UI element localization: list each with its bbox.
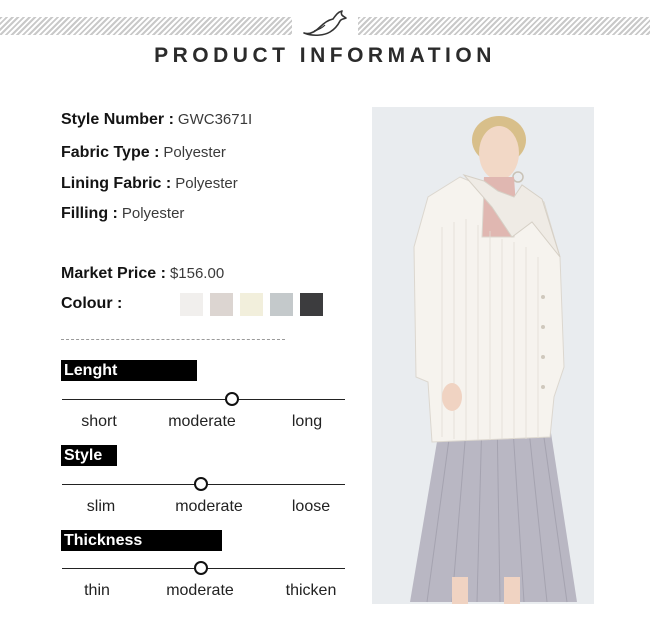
- colour-swatch-1[interactable]: [180, 293, 203, 316]
- thickness-option-thicken: thicken: [285, 582, 337, 599]
- filling-row: Filling : Polyester: [61, 205, 184, 223]
- market-price-row: Market Price : $156.00: [61, 265, 224, 283]
- animal-logo-icon: [303, 10, 347, 37]
- fabric-type-value: Polyester: [163, 144, 226, 161]
- style-option-loose: loose: [291, 498, 331, 515]
- filling-value: Polyester: [121, 205, 185, 222]
- lining-fabric-row: Lining Fabric : Polyester: [61, 175, 238, 193]
- style-number-value: GWC3671I: [177, 111, 253, 128]
- divider: [61, 339, 285, 340]
- style-scale-label: Style: [61, 445, 117, 466]
- market-price-value: $156.00: [169, 265, 225, 282]
- colour-swatch-5[interactable]: [300, 293, 323, 316]
- thickness-scale-knob[interactable]: [193, 561, 208, 575]
- page-title: PRODUCT INFORMATION: [154, 44, 496, 67]
- length-option-long: long: [291, 413, 323, 430]
- style-number-label: Style Number :: [61, 111, 174, 128]
- style-option-moderate: moderate: [175, 498, 243, 515]
- style-option-slim: slim: [86, 498, 116, 515]
- header-stripe-right: [358, 17, 650, 35]
- style-number-row: Style Number : GWC3671I: [61, 111, 252, 129]
- colour-swatch-2[interactable]: [210, 293, 233, 316]
- length-option-moderate: moderate: [168, 413, 236, 430]
- length-scale-track: [62, 399, 345, 400]
- filling-label: Filling :: [61, 205, 118, 222]
- thickness-option-thin: thin: [84, 582, 110, 599]
- style-scale-knob[interactable]: [193, 477, 208, 491]
- product-photo: [372, 107, 594, 604]
- length-scale-label: Lenght: [61, 360, 197, 381]
- fabric-type-label: Fabric Type :: [61, 144, 160, 161]
- lining-fabric-value: Polyester: [175, 175, 238, 192]
- header-stripe-left: [0, 17, 292, 35]
- colour-swatches: [180, 293, 323, 316]
- thickness-option-moderate: moderate: [166, 582, 234, 599]
- length-option-short: short: [81, 413, 117, 430]
- length-scale-knob[interactable]: [224, 392, 239, 406]
- thickness-scale-label: Thickness: [61, 530, 222, 551]
- colour-swatch-3[interactable]: [240, 293, 263, 316]
- market-price-label: Market Price :: [61, 265, 166, 282]
- colour-label: Colour :: [61, 295, 123, 312]
- fabric-type-row: Fabric Type : Polyester: [61, 144, 226, 162]
- lining-fabric-label: Lining Fabric :: [61, 175, 172, 192]
- colour-swatch-4[interactable]: [270, 293, 293, 316]
